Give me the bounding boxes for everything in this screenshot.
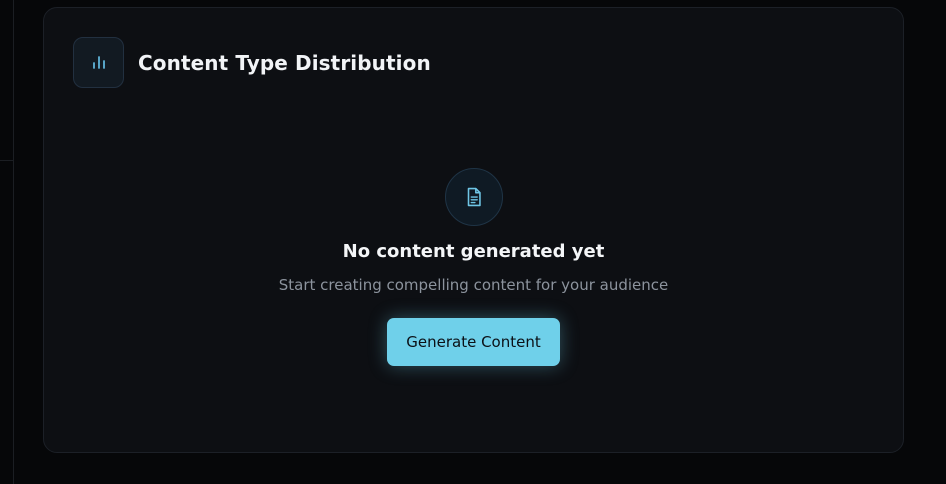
- document-icon: [444, 168, 503, 226]
- empty-state-title: No content generated yet: [342, 241, 605, 262]
- document-icon-svg: [467, 187, 481, 207]
- generate-content-button[interactable]: Generate Content: [387, 318, 560, 366]
- left-rail-tick: [0, 160, 13, 161]
- content-type-distribution-card: Content Type Distribution No content gen…: [43, 7, 904, 453]
- card-header: Content Type Distribution: [73, 37, 431, 88]
- card-title: Content Type Distribution: [138, 50, 431, 75]
- page: Content Type Distribution No content gen…: [0, 0, 946, 484]
- bar-chart-icon-svg: [92, 55, 105, 69]
- empty-state: No content generated yet Start creating …: [44, 168, 903, 366]
- left-rail-divider: [13, 0, 14, 484]
- empty-state-subtitle: Start creating compelling content for yo…: [278, 276, 669, 294]
- bar-chart-icon: [73, 37, 124, 88]
